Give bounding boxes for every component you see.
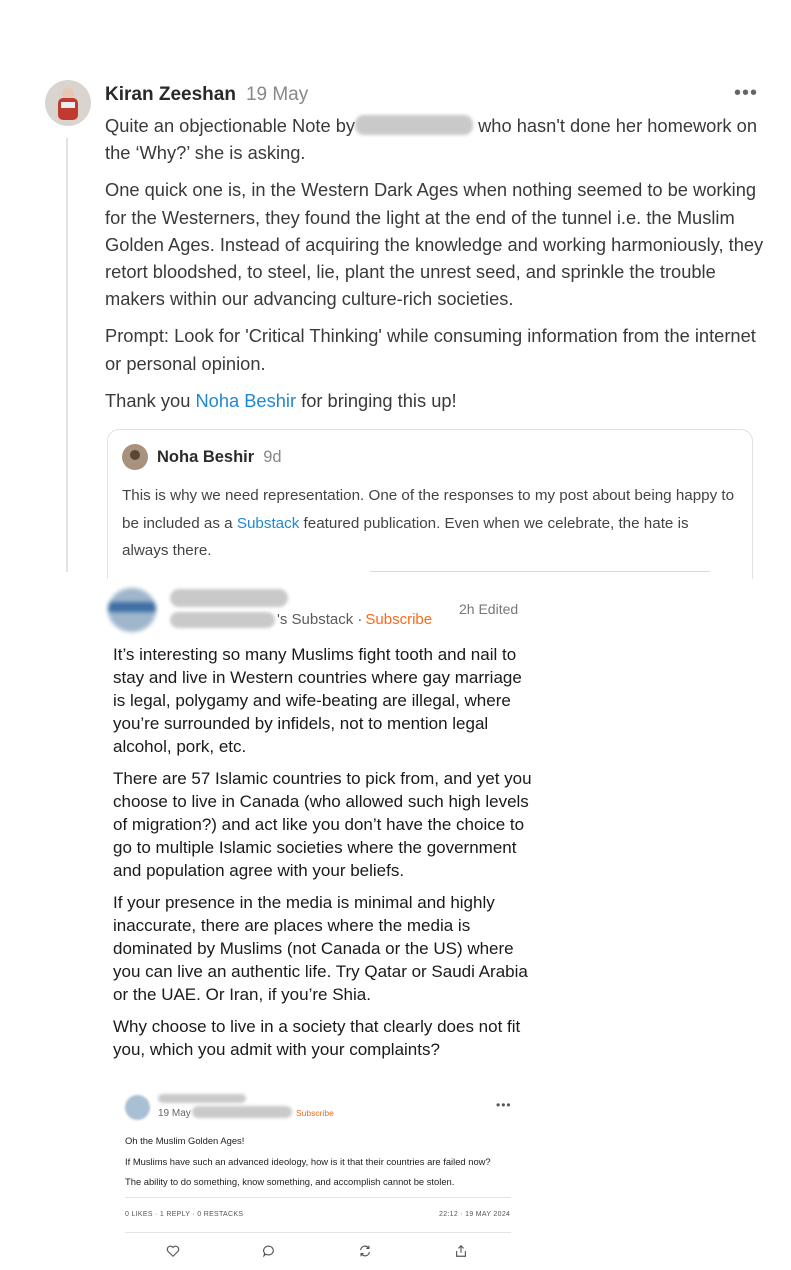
embed-author-name[interactable]: Noha Beshir (157, 448, 254, 467)
avatar[interactable] (45, 80, 91, 126)
reply-paragraph: Why choose to live in a society that cle… (113, 1017, 521, 1059)
author-name[interactable]: Kiran Zeeshan (105, 84, 236, 106)
redacted-name (158, 1094, 246, 1103)
post-timestamp: 22:12 · 19 MAY 2024 (439, 1211, 511, 1218)
divider (370, 571, 710, 572)
engagement-stats: 0 LIKES · 1 REPLY · 0 RESTACKS (125, 1211, 244, 1218)
note-date[interactable]: 19 May (246, 84, 308, 106)
redacted-mention (355, 115, 474, 135)
note-paragraph: Quite an objectionable Note by who hasn'… (105, 115, 757, 164)
embed-date[interactable]: 9d (263, 448, 281, 467)
quoted-line: Oh the Muslim Golden Ages! (125, 1135, 245, 1146)
subscribe-link[interactable]: Subscribe (365, 611, 432, 628)
share-icon[interactable] (454, 1244, 468, 1258)
embed-header: Noha Beshir 9d (122, 444, 738, 470)
divider (125, 1232, 511, 1233)
more-options-icon[interactable]: ••• (734, 82, 758, 105)
reply-body: It’s interesting so many Muslims fight t… (113, 643, 533, 1070)
quoted-line: If Muslims have such an advanced ideolog… (125, 1155, 491, 1167)
redacted-publication (192, 1106, 292, 1118)
note-body: Quite an objectionable Note by who hasn'… (105, 112, 765, 424)
note-paragraph: One quick one is, in the Western Dark Ag… (105, 179, 764, 310)
note-paragraph: Prompt: Look for 'Critical Thinking' whi… (105, 325, 756, 374)
thread-line (66, 138, 68, 572)
restack-icon[interactable] (358, 1244, 372, 1258)
heart-icon[interactable] (166, 1244, 180, 1258)
embedded-note-card[interactable]: Noha Beshir 9d This is why we need repre… (107, 429, 753, 579)
reply-time: 2h Edited (459, 601, 519, 617)
redacted-publication (170, 611, 275, 628)
mention-link[interactable]: Noha Beshir (195, 390, 296, 411)
embed-text: This is why we need representation. One … (122, 487, 735, 559)
avatar[interactable] (125, 1095, 150, 1120)
note-header: Kiran Zeeshan 19 May (105, 84, 308, 106)
subscribe-link[interactable]: Subscribe (296, 1108, 334, 1118)
reply-paragraph: If your presence in the media is minimal… (113, 893, 528, 1004)
avatar[interactable] (108, 588, 156, 632)
redacted-name (170, 589, 288, 607)
reply-paragraph: It’s interesting so many Muslims fight t… (113, 645, 522, 756)
comment-icon[interactable] (262, 1244, 276, 1258)
reply-paragraph: There are 57 Islamic countries to pick f… (113, 769, 532, 880)
more-options-icon[interactable]: ••• (496, 1098, 512, 1112)
divider (125, 1197, 511, 1198)
publication-line: 's Substack · Subscribe (170, 611, 432, 628)
avatar[interactable] (122, 444, 148, 470)
quoted-date: 19 May (158, 1108, 191, 1119)
substack-link[interactable]: Substack (237, 515, 299, 532)
note-paragraph: Thank you Noha Beshir for bringing this … (105, 389, 457, 411)
quoted-body: Oh the Muslim Golden Ages! If Muslims ha… (125, 1131, 525, 1193)
quoted-line: The ability to do something, know someth… (125, 1176, 455, 1187)
